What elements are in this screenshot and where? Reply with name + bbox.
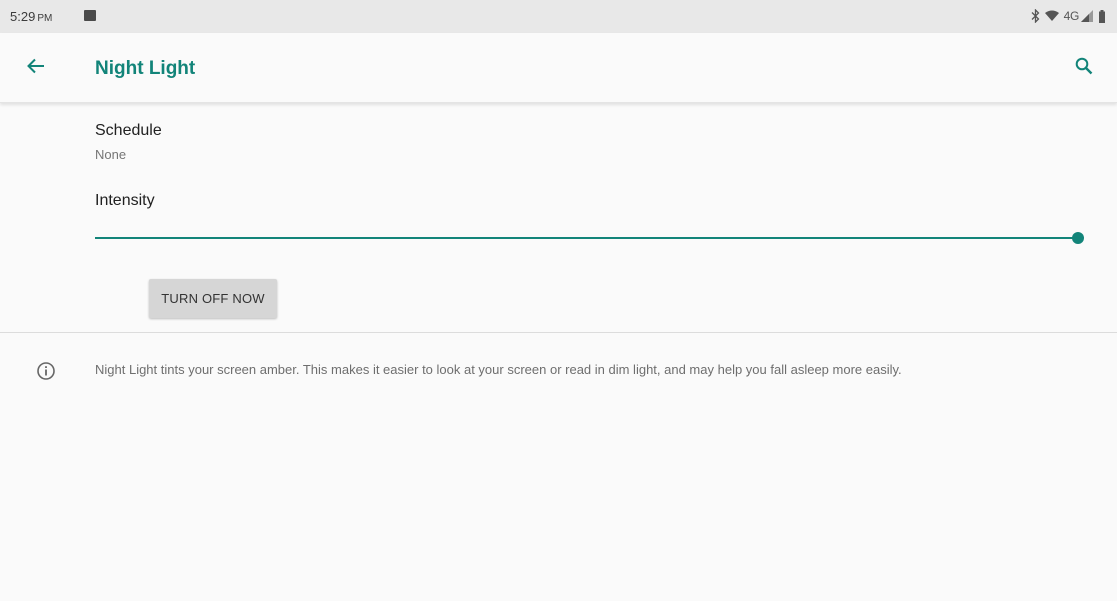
intensity-slider[interactable] (95, 228, 1085, 248)
app-bar: Night Light (0, 33, 1117, 103)
search-button[interactable] (1071, 55, 1097, 81)
cell-signal-icon (1081, 10, 1093, 22)
bluetooth-icon (1031, 9, 1040, 23)
schedule-title: Schedule (95, 122, 162, 139)
intensity-label: Intensity (95, 192, 155, 209)
arrow-back-icon (27, 58, 45, 79)
slider-thumb[interactable] (1072, 232, 1084, 244)
search-icon (1075, 57, 1093, 80)
status-time: 5:29 PM (10, 9, 52, 24)
wifi-icon (1044, 10, 1059, 22)
slider-track[interactable] (95, 237, 1077, 239)
status-bar: 5:29 PM 4G (0, 0, 1117, 33)
page-title: Night Light (95, 58, 196, 79)
status-time-ampm: PM (37, 13, 53, 24)
schedule-value: None (95, 147, 127, 162)
status-time-value: 5:29 (10, 9, 36, 24)
info-description: Night Light tints your screen amber. Thi… (95, 362, 902, 377)
back-button[interactable] (22, 55, 50, 81)
divider (0, 332, 1117, 333)
schedule-setting[interactable]: Schedule None (0, 108, 1117, 173)
network-type: 4G (1063, 9, 1080, 23)
image-notification-icon (84, 10, 96, 21)
battery-icon (1098, 9, 1106, 23)
turn-off-now-button[interactable]: TURN OFF NOW (149, 279, 277, 318)
info-icon (36, 361, 56, 381)
status-icons: 4G (1031, 7, 1106, 25)
